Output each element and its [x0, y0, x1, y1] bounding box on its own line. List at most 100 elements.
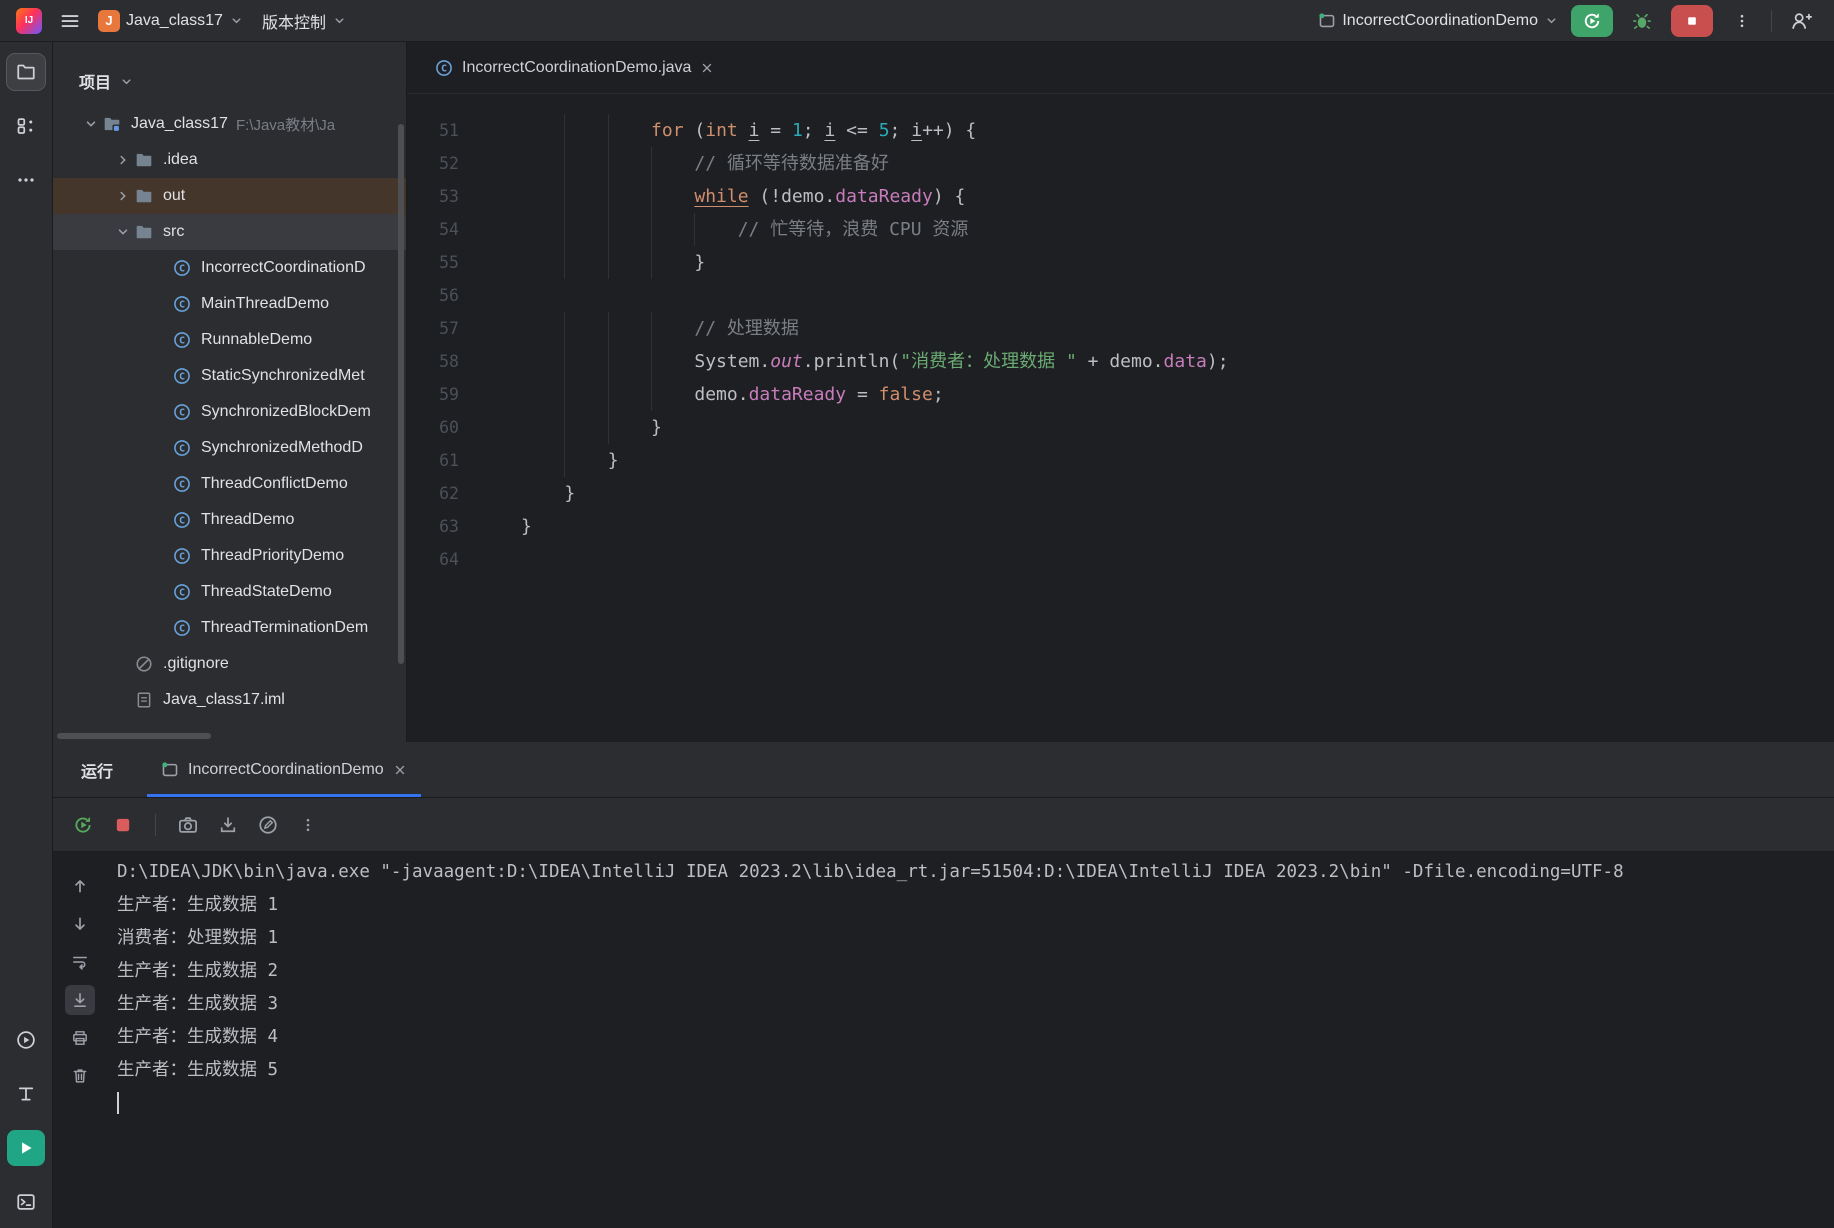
console-print-button[interactable] [65, 1023, 95, 1053]
run-tab[interactable]: IncorrectCoordinationDemo [147, 742, 421, 797]
code-token: dataReady [835, 186, 933, 207]
tool-button-project-folder[interactable] [6, 53, 46, 91]
toolbar-more-v-button[interactable] [292, 809, 324, 841]
tool-button-hierarchy[interactable] [7, 1076, 45, 1112]
tool-button-structure[interactable] [7, 108, 45, 144]
tree-item-java-class17[interactable]: Java_class17 F:\Java教材\Ja [53, 106, 406, 142]
tree-item-runnabledemo[interactable]: C RunnableDemo [53, 322, 406, 358]
tree-item-threadprioritydemo[interactable]: C ThreadPriorityDemo [53, 538, 406, 574]
code-token: // 忙等待，浪费 CPU 资源 [737, 219, 969, 240]
line-number[interactable]: 52 [407, 147, 459, 180]
toolbar-rerun-button[interactable] [67, 809, 99, 841]
tree-item--idea[interactable]: .idea [53, 142, 406, 178]
tree-item-src[interactable]: src [53, 214, 406, 250]
code-token: "消费者：处理数据 " [900, 351, 1077, 372]
toolbar-camera-button[interactable] [172, 809, 204, 841]
code-token: .println( [802, 351, 901, 372]
tree-item-incorrectcoordinationd[interactable]: C IncorrectCoordinationD [53, 250, 406, 286]
tree-item-threaddemo[interactable]: C ThreadDemo [53, 502, 406, 538]
project-tree-vertical-scrollbar[interactable] [398, 124, 404, 664]
code-line: 53 while (!demo.dataReady) { [407, 180, 1834, 213]
indent-guide [651, 246, 694, 279]
tree-item-mainthreaddemo[interactable]: C MainThreadDemo [53, 286, 406, 322]
line-number[interactable]: 58 [407, 345, 459, 378]
toolbar-stop-button[interactable] [107, 809, 139, 841]
editor-tabbar: C IncorrectCoordinationDemo.java [407, 42, 1834, 94]
toolbar-edit-button[interactable] [252, 809, 284, 841]
add-user-button[interactable] [1784, 5, 1818, 37]
line-number[interactable]: 56 [407, 279, 459, 312]
svg-text:C: C [179, 300, 185, 311]
tree-item-label: ThreadTerminationDem [201, 619, 369, 636]
code-token: ; [802, 120, 825, 141]
tool-button-services[interactable] [7, 1022, 45, 1058]
line-number[interactable]: 62 [407, 477, 459, 510]
code-line: 63} [407, 510, 1834, 543]
tree-item-synchronizedmethodd[interactable]: C SynchronizedMethodD [53, 430, 406, 466]
code-line: 58 System.out.println("消费者：处理数据 " + demo.… [407, 345, 1834, 378]
project-panel-header[interactable]: 项目 [53, 42, 406, 106]
stop-button[interactable] [1671, 4, 1713, 37]
line-number[interactable]: 51 [407, 114, 459, 147]
indent-guide [564, 411, 607, 444]
tree-item-threadconflictdemo[interactable]: C ThreadConflictDemo [53, 466, 406, 502]
menu-icon[interactable] [60, 11, 80, 31]
close-tab-icon[interactable] [393, 763, 407, 777]
chevron-right-icon[interactable] [111, 152, 135, 168]
vcs-widget[interactable]: 版本控制 [262, 9, 347, 33]
chevron-down-icon [229, 13, 244, 28]
project-widget[interactable]: J Java_class17 [98, 9, 244, 32]
line-number[interactable]: 54 [407, 213, 459, 246]
chevron-right-icon[interactable] [111, 188, 135, 204]
line-number[interactable]: 53 [407, 180, 459, 213]
chevron-down-icon [1544, 13, 1559, 28]
up-icon [71, 877, 89, 895]
tree-item-java-class17-iml[interactable]: Java_class17.iml [53, 682, 406, 718]
toolbar-export-button[interactable] [212, 809, 244, 841]
code-token: } [564, 483, 576, 504]
code-area[interactable]: 51 for (int i = 1; i <= 5; i++) {52 // 循环等… [407, 94, 1834, 742]
run-config-widget[interactable]: IncorrectCoordinationDemo [1318, 12, 1559, 30]
svg-text:C: C [179, 444, 185, 455]
tree-item-synchronizedblockdem[interactable]: C SynchronizedBlockDem [53, 394, 406, 430]
line-number[interactable]: 60 [407, 411, 459, 444]
titlebar-more-button[interactable] [1725, 5, 1759, 37]
console-up-button[interactable] [65, 871, 95, 901]
run-config-name: IncorrectCoordinationDemo [1342, 11, 1538, 29]
project-tree-horizontal-scrollbar[interactable] [57, 733, 211, 739]
tree-item-staticsynchronizedmet[interactable]: C StaticSynchronizedMet [53, 358, 406, 394]
editor-tab[interactable]: C IncorrectCoordinationDemo.java [419, 42, 730, 93]
console-scrollend-button[interactable] [65, 985, 95, 1015]
class-icon: C [173, 619, 199, 637]
tool-button-more[interactable] [7, 162, 45, 198]
console-output[interactable]: D:\IDEA\JDK\bin\java.exe "-javaagent:D:\… [117, 852, 1834, 1228]
class-icon: C [173, 439, 199, 457]
console-softwrap-button[interactable] [65, 947, 95, 977]
line-number[interactable]: 57 [407, 312, 459, 345]
tree-item-threadterminationdem[interactable]: C ThreadTerminationDem [53, 610, 406, 646]
indent-guide [607, 312, 651, 345]
line-number[interactable]: 61 [407, 444, 459, 477]
chevron-down-icon[interactable] [111, 224, 135, 240]
toolstrip-top [6, 53, 46, 198]
code-token: int [705, 120, 738, 141]
tool-button-terminal[interactable] [7, 1184, 45, 1220]
tree-item-threadstatedemo[interactable]: C ThreadStateDemo [53, 574, 406, 610]
console-down-button[interactable] [65, 909, 95, 939]
tree-item--gitignore[interactable]: .gitignore [53, 646, 406, 682]
chevron-down-icon[interactable] [79, 116, 103, 132]
code-line-text: // 循环等待数据准备好 [521, 147, 889, 180]
tool-button-run-tool[interactable] [7, 1130, 45, 1166]
debug-bug-icon [1632, 11, 1652, 31]
line-number[interactable]: 64 [407, 543, 459, 576]
code-line: 51 for (int i = 1; i <= 5; i++) { [407, 114, 1834, 147]
close-tab-icon[interactable] [700, 61, 714, 75]
console-clear-button[interactable] [65, 1061, 95, 1091]
line-number[interactable]: 55 [407, 246, 459, 279]
line-number[interactable]: 59 [407, 378, 459, 411]
code-token: } [694, 252, 706, 273]
debug-button[interactable] [1625, 5, 1659, 37]
rerun-button[interactable] [1571, 4, 1613, 37]
tree-item-out[interactable]: out [53, 178, 406, 214]
line-number[interactable]: 63 [407, 510, 459, 543]
